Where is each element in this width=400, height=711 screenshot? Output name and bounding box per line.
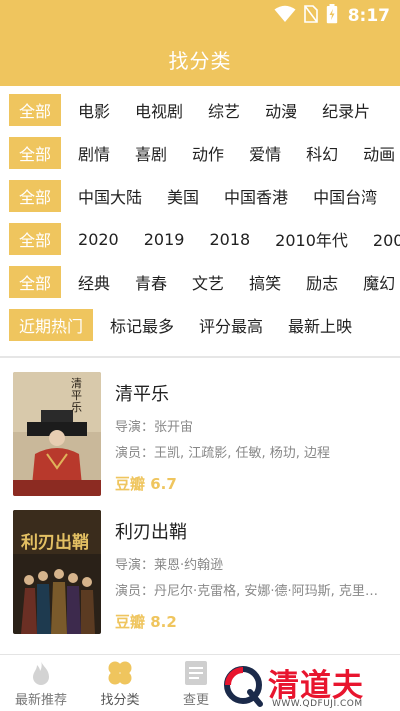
filter-chip[interactable]: 2019	[135, 223, 194, 255]
movie-item[interactable]: 利刃出鞘 利刃出鞘 导演：莱恩·约翰逊 演员：丹尼尔·克雷格, 安娜·德·阿玛斯…	[0, 510, 400, 648]
filter-chip[interactable]: 青春	[126, 266, 176, 298]
filter-chip[interactable]: 美国	[158, 180, 208, 212]
filter-chip[interactable]: 电影	[69, 94, 119, 126]
filter-chip[interactable]: 动作	[183, 137, 233, 169]
filter-chip[interactable]: 剧情	[69, 137, 119, 169]
nav-label: 找分类	[100, 693, 140, 708]
update-icon	[183, 659, 209, 687]
battery-icon	[326, 4, 338, 28]
app-header: 找分类	[0, 32, 400, 86]
filter-chip-all[interactable]: 全部	[9, 266, 62, 298]
filter-chip[interactable]: 综艺	[199, 94, 249, 126]
status-icons: 8:17	[274, 4, 390, 28]
movie-item[interactable]: 清平乐 清平乐 导演：张开宙 演员：王凯, 江疏影, 任敏, 杨玏, 边程 豆瓣…	[0, 372, 400, 510]
watermark: 清道夫 WWW.QDFUJI.COM	[220, 658, 400, 711]
sort-chip[interactable]: 标记最多	[101, 309, 183, 341]
status-bar: 8:17	[0, 0, 400, 32]
filter-row-style: 全部 经典 青春 文艺 搞笑 励志 魔幻	[0, 265, 400, 299]
filter-chip-all[interactable]: 全部	[9, 137, 62, 169]
filter-chip[interactable]: 2018	[200, 223, 259, 255]
filter-chip[interactable]: 2020	[69, 223, 128, 255]
sort-chip[interactable]: 最新上映	[279, 309, 361, 341]
movie-list: 清平乐 清平乐 导演：张开宙 演员：王凯, 江疏影, 任敏, 杨玏, 边程 豆瓣…	[0, 358, 400, 654]
filter-chip[interactable]: 中国大陆	[69, 180, 151, 212]
filter-chip[interactable]: 动画	[354, 137, 400, 169]
movie-director: 导演：张开宙	[115, 420, 194, 435]
filter-chip[interactable]: 科幻	[297, 137, 347, 169]
watermark-logo-icon	[220, 662, 266, 711]
filter-chip[interactable]: 搞笑	[240, 266, 290, 298]
movie-rating: 豆瓣 6.7	[115, 475, 177, 493]
filter-chip[interactable]: 电视剧	[126, 94, 192, 126]
movie-rating: 豆瓣 8.2	[115, 613, 177, 631]
status-time: 8:17	[347, 6, 390, 26]
no-sim-icon	[303, 5, 318, 27]
filter-chip[interactable]: 中国台湾	[304, 180, 386, 212]
movie-poster[interactable]: 清平乐	[13, 372, 101, 496]
filter-chip[interactable]: 2010年代	[266, 223, 357, 255]
filter-chip-all[interactable]: 全部	[9, 180, 62, 212]
filter-chip[interactable]: 中国香港	[215, 180, 297, 212]
movie-title[interactable]: 清平乐	[115, 380, 169, 406]
nav-label: 查更	[182, 693, 209, 708]
filter-row-sort: 近期热门 标记最多 评分最高 最新上映	[0, 308, 400, 342]
page-title: 找分类	[168, 48, 232, 73]
wifi-icon	[274, 5, 296, 27]
filter-chip[interactable]: 魔幻	[354, 266, 400, 298]
category-icon	[106, 659, 134, 687]
filter-chip[interactable]: 纪录片	[313, 94, 379, 126]
flame-icon	[29, 659, 53, 687]
nav-item-update[interactable]: 查更	[176, 655, 216, 711]
filter-chip[interactable]: 喜剧	[126, 137, 176, 169]
sort-chip[interactable]: 评分最高	[190, 309, 272, 341]
filter-chip[interactable]: 文艺	[183, 266, 233, 298]
poster-title: 清平乐	[71, 377, 82, 414]
filter-chip[interactable]: 励志	[297, 266, 347, 298]
filter-chip-all[interactable]: 全部	[9, 94, 62, 126]
filter-chip[interactable]: 2000年代	[364, 223, 400, 255]
sort-chip-hot[interactable]: 近期热门	[9, 309, 94, 341]
nav-item-recommend[interactable]: 最新推荐	[12, 655, 70, 711]
filter-chip[interactable]: 动漫	[256, 94, 306, 126]
filter-chip[interactable]: 经典	[69, 266, 119, 298]
filter-row-region: 全部 中国大陆 美国 中国香港 中国台湾	[0, 179, 400, 213]
movie-cast: 演员：王凯, 江疏影, 任敏, 杨玏, 边程	[115, 446, 331, 461]
filter-row-type: 全部 电影 电视剧 综艺 动漫 纪录片	[0, 93, 400, 127]
movie-director: 导演：莱恩·约翰逊	[115, 558, 224, 573]
movie-title[interactable]: 利刃出鞘	[115, 518, 187, 544]
poster-title: 利刃出鞘	[21, 533, 89, 553]
movie-cast: 演员：丹尼尔·克雷格, 安娜·德·阿玛斯, 克里斯·埃文斯	[115, 584, 385, 599]
filter-chip-all[interactable]: 全部	[9, 223, 62, 255]
movie-poster[interactable]: 利刃出鞘	[13, 510, 101, 634]
nav-item-category[interactable]: 找分类	[98, 655, 142, 711]
watermark-url: WWW.QDFUJI.COM	[272, 699, 363, 709]
filter-row-year: 全部 2020 2019 2018 2010年代 2000年代	[0, 222, 400, 256]
filter-row-genre: 全部 剧情 喜剧 动作 爱情 科幻 动画	[0, 136, 400, 170]
filter-chip[interactable]: 爱情	[240, 137, 290, 169]
nav-label: 最新推荐	[14, 693, 67, 708]
filter-panel: 全部 电影 电视剧 综艺 动漫 纪录片 全部 剧情 喜剧 动作 爱情 科幻 动画…	[0, 86, 400, 356]
